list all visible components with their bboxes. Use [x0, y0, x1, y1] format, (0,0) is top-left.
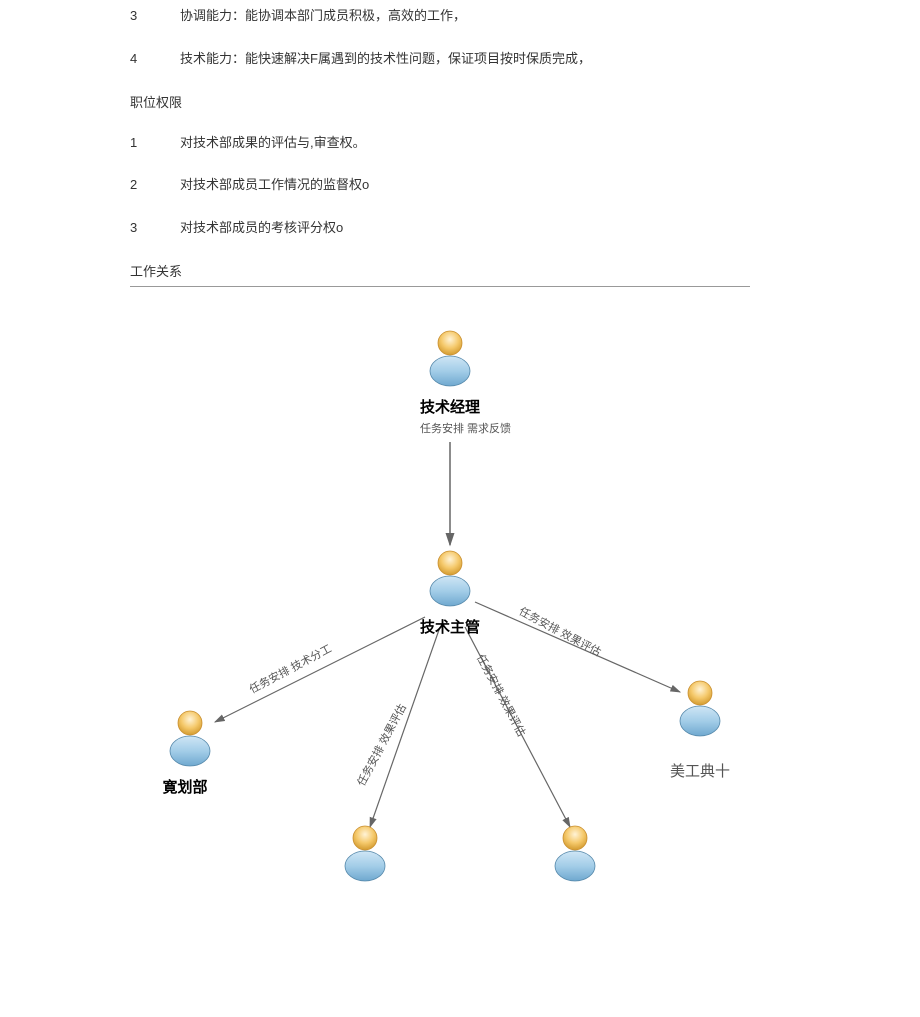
- person-icon: [675, 677, 725, 737]
- list-item: 2 对技术部成员工作情况的监督权o: [130, 175, 920, 196]
- section-heading-authority: 职位权限: [130, 92, 920, 111]
- list-item: 3 协调能力：能协调本部门成员积极，高效的工作，: [130, 6, 920, 27]
- person-icon: [425, 327, 475, 387]
- list-item: 4 技术能力：能快速解决F属遇到的技术性问题，保证项目按时保质完成，: [130, 49, 920, 70]
- node-label: 寛划部: [150, 776, 220, 797]
- node-member-1: [335, 822, 395, 885]
- list-item: 1 对技术部成果的评估与,审查权。: [130, 133, 920, 154]
- node-label: 美工典十: [670, 760, 730, 781]
- item-number: 4: [130, 49, 180, 70]
- item-text: 技术能力：能快速解决F属遇到的技术性问题，保证项目按时保质完成，: [180, 49, 920, 70]
- node-tech-lead: 技术主管: [420, 547, 480, 637]
- node-planning-dept: 寛划部: [160, 707, 220, 797]
- section-heading-relations: 工作关系: [130, 261, 750, 287]
- item-number: 3: [130, 218, 180, 239]
- node-label: 技术经理: [420, 396, 480, 417]
- item-text: 协调能力：能协调本部门成员积极，高效的工作，: [180, 6, 920, 27]
- person-icon: [550, 822, 600, 882]
- node-sublabel: 任务安排 需求反馈: [420, 420, 480, 436]
- item-text: 对技术部成果的评估与,审查权。: [180, 133, 920, 154]
- item-number: 3: [130, 6, 180, 27]
- item-text: 对技术部成员工作情况的监督权o: [180, 175, 920, 196]
- item-text: 对技术部成员的考核评分权o: [180, 218, 920, 239]
- node-art-dept: 美工典十: [670, 677, 730, 781]
- person-icon: [425, 547, 475, 607]
- item-number: 1: [130, 133, 180, 154]
- node-member-2: [545, 822, 605, 885]
- person-icon: [165, 707, 215, 767]
- person-icon: [340, 822, 390, 882]
- node-tech-manager: 技术经理 任务安排 需求反馈: [420, 327, 480, 436]
- node-label: 技术主管: [420, 616, 480, 637]
- org-diagram: 技术经理 任务安排 需求反馈 技术主管 寛划部 美工典十: [100, 327, 800, 947]
- item-number: 2: [130, 175, 180, 196]
- list-item: 3 对技术部成员的考核评分权o: [130, 218, 920, 239]
